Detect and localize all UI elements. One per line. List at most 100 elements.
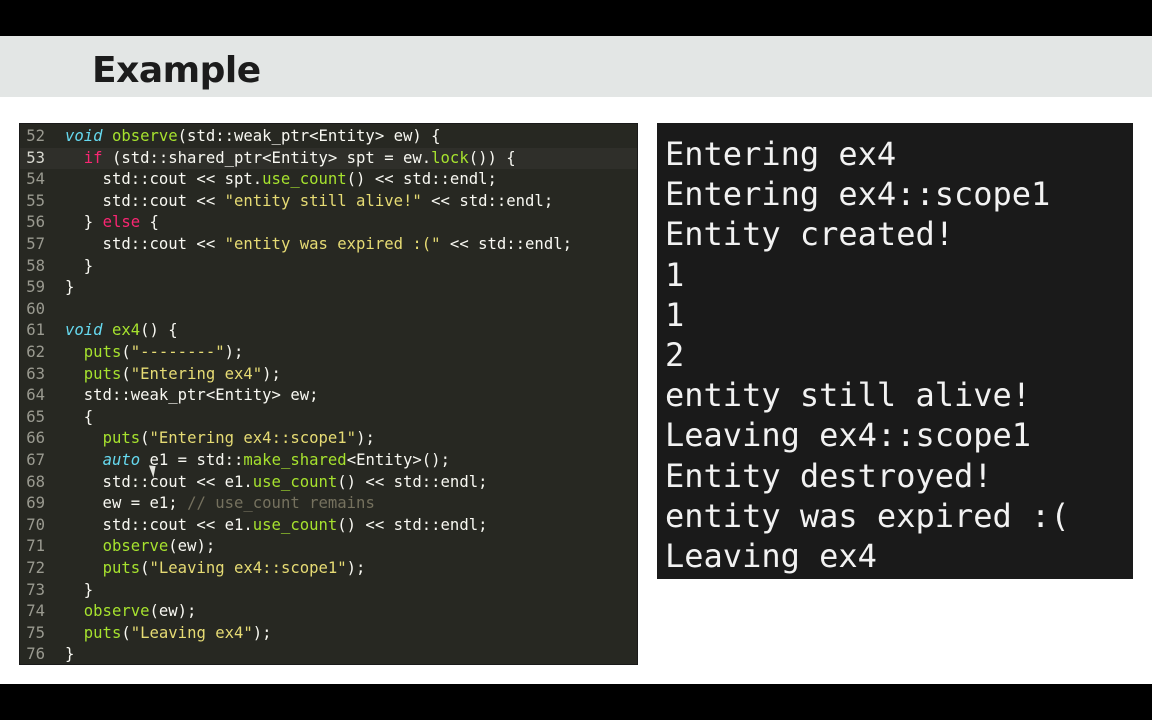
line-number: 57 — [26, 235, 45, 253]
code-token: make_shared — [243, 451, 347, 469]
code-token: (ew); — [168, 537, 216, 556]
output-line: entity was expired :( — [665, 496, 1070, 535]
code-line: 57 std::cout << "entity was expired :(" … — [20, 234, 637, 256]
code-text: } — [65, 256, 93, 278]
title-bar: Example — [0, 36, 1152, 97]
code-token: else — [102, 213, 141, 232]
code-text: ew = e1; // use_count remains — [65, 493, 375, 515]
code-line: 69 ew = e1; // use_count remains — [20, 493, 637, 515]
code-text: std::cout << spt.use_count() << std::end… — [65, 169, 497, 191]
code-token: use_count — [262, 170, 347, 189]
code-text: } — [65, 644, 74, 664]
line-number: 61 — [26, 321, 45, 340]
code-text: puts("Entering ex4"); — [65, 364, 281, 386]
line-number: 69 — [26, 494, 45, 513]
line-number: 66 — [26, 429, 45, 448]
code-token: } — [65, 278, 75, 297]
code-token: observe — [111, 127, 178, 145]
code-line: 74 observe(ew); — [20, 601, 637, 623]
code-token: ); — [252, 623, 272, 642]
code-text: puts("Entering ex4::scope1"); — [65, 428, 375, 450]
code-token: { — [65, 407, 94, 426]
code-text: observe(ew); — [65, 536, 216, 558]
code-text: std::cout << e1.use_count() << std::endl… — [65, 472, 488, 494]
code-token: puts — [83, 623, 122, 642]
code-token: << std::endl; — [440, 235, 572, 253]
code-token: std::cout << e1. — [65, 472, 253, 491]
output-line: Entering ex4 — [665, 135, 897, 173]
line-number: 73 — [26, 580, 45, 599]
code-token: std::cout << — [65, 191, 225, 210]
code-token: << std::endl; — [421, 191, 554, 210]
code-token: ex4 — [111, 321, 141, 340]
code-text: std::cout << "entity still alive!" << st… — [65, 191, 554, 213]
code-text: std::cout << e1.use_count() << std::endl… — [65, 515, 488, 537]
code-token: ( — [140, 429, 150, 448]
code-token: () << std::endl; — [337, 472, 488, 491]
code-token: if — [83, 148, 103, 167]
code-text: } else { — [65, 212, 159, 234]
code-token: ()) { — [468, 148, 516, 167]
code-text: if (std::shared_ptr<Entity> spt = ew.loc… — [65, 148, 516, 170]
code-token: "entity was expired :(" — [224, 235, 441, 253]
output-line: Leaving ex4 — [665, 537, 877, 575]
code-line: 65 { — [20, 407, 637, 429]
code-token: ); — [262, 364, 281, 383]
code-token: lock — [431, 148, 469, 167]
code-editor[interactable]: 52 void observe(std::weak_ptr<Entity> ew)… — [19, 123, 638, 665]
code-line: 54 std::cout << spt.use_count() << std::… — [20, 169, 637, 191]
code-token: puts — [83, 343, 122, 361]
code-line: 72 puts("Leaving ex4::scope1"); — [20, 558, 637, 580]
code-token: <Entity>(); — [346, 451, 450, 469]
code-token: puts — [102, 429, 141, 448]
line-number: 70 — [26, 515, 45, 534]
line-number: 65 — [26, 407, 45, 426]
line-number: 53 — [26, 148, 45, 167]
line-number: 52 — [26, 127, 45, 145]
code-token: (ew); — [149, 602, 197, 621]
code-token: } — [65, 580, 94, 599]
code-text: { — [65, 407, 93, 429]
code-line: 60 — [20, 299, 637, 321]
line-number: 71 — [26, 537, 45, 556]
line-number: 68 — [26, 472, 45, 491]
code-token: ); — [224, 343, 244, 361]
output-line: 1 — [665, 295, 685, 334]
code-line: 53 if (std::shared_ptr<Entity> spt = ew.… — [20, 147, 637, 170]
code-token: () << std::endl; — [346, 170, 497, 189]
code-text: puts("Leaving ex4::scope1"); — [65, 558, 366, 580]
code-line: 63 puts("Entering ex4"); — [20, 364, 637, 386]
code-token: use_count — [252, 515, 338, 534]
code-token: e1 = std:: — [140, 451, 244, 469]
line-number: 58 — [26, 256, 45, 275]
code-line: 75 puts("Leaving ex4"); — [20, 623, 637, 645]
code-text: void ex4() { — [65, 320, 178, 342]
code-line: 56 } else { — [20, 212, 637, 234]
line-number: 67 — [26, 451, 45, 469]
slide: Example 52 void observe(std::weak_ptr<Ent… — [0, 36, 1152, 684]
code-token: "Entering ex4" — [130, 364, 263, 383]
code-line: 70 std::cout << e1.use_count() << std::e… — [20, 515, 637, 537]
console-output: Entering ex4 Entering ex4::scope1 Entity c… — [657, 123, 1133, 579]
code-token: ( — [121, 364, 131, 383]
code-token: std::cout << spt. — [65, 170, 263, 189]
code-token: // use_count remains — [187, 494, 375, 513]
code-text: } — [65, 580, 93, 602]
code-token: observe — [102, 537, 169, 556]
code-token: observe — [83, 602, 150, 621]
code-token: { — [140, 213, 159, 232]
code-line: 58 } — [20, 256, 637, 278]
code-text: void observe(std::weak_ptr<Entity> ew) { — [65, 126, 441, 148]
code-token: } — [65, 256, 94, 275]
code-text: } — [65, 277, 74, 299]
line-number: 56 — [26, 213, 45, 232]
code-token: (std::weak_ptr<Entity> ew) { — [177, 127, 441, 145]
